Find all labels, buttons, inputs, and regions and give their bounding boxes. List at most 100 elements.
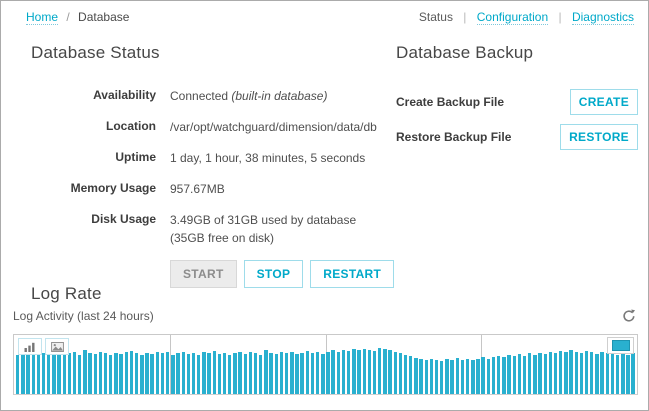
nav-separator: | [463, 10, 467, 24]
log-rate-title: Log Rate [31, 284, 102, 303]
bar-chart-icon [24, 342, 36, 352]
chart-bar [429, 359, 434, 394]
database-backup-rows: Create Backup File CREATE Restore Backup… [396, 89, 638, 150]
chart-bar [207, 353, 211, 394]
export-image-button[interactable] [45, 338, 69, 355]
log-activity-chart[interactable] [13, 334, 638, 395]
chart-bar [414, 358, 418, 394]
chart-bar [253, 353, 258, 394]
chart-bar [217, 354, 222, 394]
field-value: 1 day, 1 hour, 38 minutes, 5 seconds [170, 151, 366, 165]
chart-bar [72, 352, 77, 394]
chart-bar [197, 355, 201, 394]
chart-bar [222, 353, 227, 394]
chart-label: Log Activity (last 24 hours) [13, 309, 154, 323]
chart-bar [481, 357, 485, 394]
refresh-button[interactable] [622, 309, 636, 323]
chart-overview-button[interactable] [607, 337, 634, 354]
chart-bar [621, 353, 625, 394]
database-backup-section: Database Backup Create Backup File CREAT… [396, 43, 638, 159]
chart-bar [393, 352, 397, 394]
chart-bar [347, 351, 351, 394]
field-value: Connected (built-in database) [170, 87, 376, 105]
start-button[interactable]: START [170, 260, 237, 288]
chart-bar [626, 355, 630, 394]
nav-diagnostics-link[interactable]: Diagnostics [571, 10, 634, 25]
chart-bar [378, 348, 382, 394]
availability-value-note: (built-in database) [231, 89, 328, 103]
chart-bar [528, 353, 532, 394]
field-row-availability: Availability Connected (built-in databas… [31, 87, 376, 105]
chart-bar [553, 353, 558, 394]
restore-backup-row: Restore Backup File RESTORE [396, 124, 638, 150]
chart-bar [321, 354, 325, 394]
chart-bar [445, 359, 449, 394]
chart-bar [259, 355, 263, 394]
chart-bar [36, 354, 41, 394]
chart-bar [62, 352, 66, 394]
chart-bar [538, 353, 542, 394]
chart-bar [600, 352, 604, 394]
database-status-title: Database Status [31, 43, 160, 62]
breadcrumb-home-link[interactable]: Home [26, 10, 59, 25]
chart-bar [403, 355, 408, 394]
restart-button[interactable]: RESTART [310, 260, 395, 288]
database-status-section: Database Status Availability Connected (… [31, 43, 395, 288]
log-chart-bars [15, 335, 636, 394]
chart-bar [419, 359, 423, 394]
chart-bar [315, 352, 320, 394]
chart-bar [512, 356, 516, 394]
field-value: 957.67MB [170, 182, 225, 196]
availability-value: Connected [170, 89, 229, 103]
nav-configuration-link[interactable]: Configuration [476, 10, 549, 25]
chart-bar [595, 354, 599, 394]
breadcrumb-separator: / [66, 10, 70, 24]
refresh-icon [622, 309, 636, 326]
chart-bar [248, 352, 253, 394]
top-nav: Status | Configuration | Diagnostics [419, 10, 634, 25]
chart-bar [160, 353, 165, 394]
database-control-buttons: START STOP RESTART [170, 260, 395, 288]
chart-bar [52, 353, 56, 394]
restore-backup-button[interactable]: RESTORE [560, 124, 638, 150]
field-row-disk-usage: Disk Usage 3.49GB of 31GB used by databa… [31, 211, 376, 247]
chart-bar [326, 352, 330, 394]
chart-type-bar-button[interactable] [18, 338, 42, 355]
chart-bar [631, 353, 635, 394]
chart-bar [238, 352, 242, 394]
chart-bar [129, 351, 134, 394]
chart-bar [109, 355, 113, 394]
chart-bar [336, 352, 341, 394]
nav-status[interactable]: Status [419, 10, 453, 24]
chart-bar [424, 360, 428, 394]
field-row-location: Location /var/opt/watchguard/dimension/d… [31, 118, 377, 136]
overview-swatch-icon [611, 340, 630, 351]
chart-bar [78, 355, 82, 394]
chart-bar [584, 351, 589, 394]
chart-bar [21, 353, 25, 394]
stop-button[interactable]: STOP [243, 260, 304, 288]
chart-bar [98, 352, 103, 394]
create-backup-button[interactable]: CREATE [569, 89, 638, 115]
chart-bar [471, 360, 475, 394]
chart-bar [150, 354, 154, 394]
field-label: Memory Usage [70, 181, 156, 195]
chart-bar [41, 353, 46, 394]
chart-bar [455, 358, 459, 394]
chart-bar [290, 352, 294, 394]
chart-bar [310, 353, 315, 394]
chart-bar [559, 351, 563, 394]
chart-bar [202, 352, 206, 394]
chart-bar [191, 353, 196, 394]
chart-bar [67, 353, 72, 394]
field-value: /var/opt/watchguard/dimension/data/db [170, 120, 377, 134]
chart-bar [176, 353, 180, 394]
chart-bar [383, 349, 387, 394]
chart-bar [409, 356, 413, 394]
chart-bar [357, 350, 361, 394]
chart-bar [165, 352, 170, 394]
chart-bar [574, 352, 578, 394]
chart-bar [341, 350, 346, 394]
chart-bar [228, 355, 232, 394]
chart-bar [305, 351, 310, 394]
